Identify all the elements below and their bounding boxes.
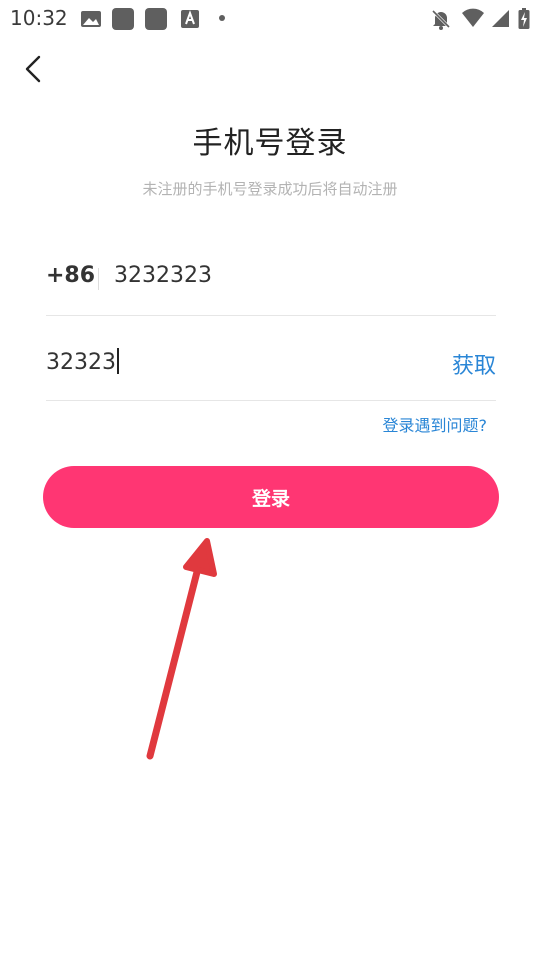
font-a-icon (180, 8, 200, 34)
status-bar: 10:32 (0, 0, 540, 38)
status-time: 10:32 (10, 6, 68, 30)
phone-field[interactable]: +86 3232323 (46, 248, 496, 314)
get-code-button[interactable]: 获取 (452, 348, 496, 380)
country-code-divider (98, 268, 99, 290)
notifications-off-icon (430, 8, 452, 34)
wifi-icon (461, 8, 485, 34)
phone-input[interactable]: 3232323 (114, 263, 212, 288)
verification-code-field[interactable]: 32323 获取 (46, 334, 496, 400)
page-subtitle: 未注册的手机号登录成功后将自动注册 (142, 180, 398, 198)
app-square-icon (112, 8, 134, 30)
dot-icon (219, 15, 225, 21)
verification-code-value: 32323 (46, 350, 116, 375)
battery-charging-icon (518, 8, 530, 34)
code-divider (46, 400, 496, 401)
app-square-icon (145, 8, 167, 30)
country-code[interactable]: +86 (46, 263, 95, 288)
login-button[interactable]: 登录 (43, 466, 499, 528)
chevron-left-icon (25, 55, 41, 83)
verification-code-input[interactable]: 32323 (46, 348, 119, 375)
back-button[interactable] (14, 50, 54, 90)
page-title: 手机号登录 (192, 126, 348, 161)
text-caret (117, 348, 119, 374)
phone-divider (46, 315, 496, 316)
login-trouble-link[interactable]: 登录遇到问题? (383, 412, 488, 436)
cellular-signal-icon (490, 8, 510, 34)
image-icon (80, 8, 102, 34)
